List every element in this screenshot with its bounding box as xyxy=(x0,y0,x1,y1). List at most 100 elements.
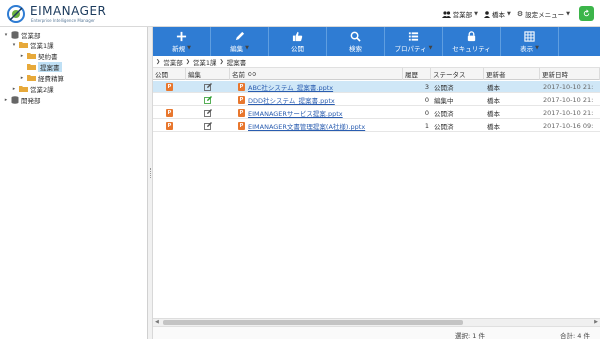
link-icon xyxy=(248,72,256,76)
tree-node-proposals[interactable]: 提案書 xyxy=(19,61,62,72)
column-header-updater[interactable]: 更新者 xyxy=(484,68,540,80)
scroll-right-icon[interactable]: ▶ xyxy=(594,319,598,325)
published-pptx-icon[interactable]: P xyxy=(166,122,173,130)
chevron-down-icon: ▼ xyxy=(474,11,478,17)
tree-node-sales-dept[interactable]: ▾ 営業部 xyxy=(3,30,41,40)
edit-icon[interactable] xyxy=(204,109,212,117)
status-text: 公開済 xyxy=(434,84,454,92)
updated-date: 2017-10-10 21: xyxy=(543,109,594,117)
expand-arrow-icon[interactable]: ▸ xyxy=(19,75,25,81)
updated-date: 2017-10-16 09: xyxy=(543,122,594,130)
new-label: 新規 xyxy=(172,44,186,53)
table-row[interactable]: P DDD社システム_提案書.pptx 0 編集中 橋本 2017-10-10 2… xyxy=(153,94,600,106)
tree-node-label: 経費精算 xyxy=(38,74,64,83)
folder-icon xyxy=(27,53,36,59)
edit-icon[interactable] xyxy=(204,122,212,130)
column-header-edit[interactable]: 編集 xyxy=(186,68,230,80)
breadcrumb-item[interactable]: 提案書 xyxy=(227,57,247,67)
edit-label: 編集 xyxy=(230,44,244,53)
eimanager-logo-icon xyxy=(7,5,25,23)
tree-node-expenses[interactable]: ▸ 経費精算 xyxy=(19,73,64,83)
expand-arrow-icon[interactable]: ▸ xyxy=(11,86,17,92)
refresh-button[interactable] xyxy=(579,6,594,21)
security-label: セキュリティ xyxy=(452,44,491,53)
breadcrumb: ❯ 営業部 ❯ 営業1課 ❯ 提案書 xyxy=(153,57,600,68)
tree-node-contracts[interactable]: ▸ 契約書 xyxy=(19,51,58,61)
history-count[interactable]: 3 xyxy=(403,81,431,93)
breadcrumb-item[interactable]: 営業1課 xyxy=(193,57,217,67)
tree-node-label: 提案書 xyxy=(38,61,62,72)
tree-node-label: 営業2課 xyxy=(30,85,54,94)
scroll-left-icon[interactable]: ◀ xyxy=(155,319,159,325)
properties-label: プロパティ xyxy=(394,44,427,53)
table-row[interactable]: P P EIMANAGER文書管理提案(A社様).pptx 1 公開済 橋本 20… xyxy=(153,120,600,132)
breadcrumb-item[interactable]: 営業部 xyxy=(163,57,183,67)
chevron-right-icon: ❯ xyxy=(156,59,161,65)
history-count[interactable]: 0 xyxy=(403,107,431,119)
edit-button[interactable]: 編集 ▼ xyxy=(211,27,269,56)
file-link[interactable]: DDD社システム_提案書.pptx xyxy=(248,95,335,105)
properties-button[interactable]: プロパティ ▼ xyxy=(385,27,443,56)
column-header-name-label: 名前 xyxy=(232,71,245,79)
brand-tagline: Enterprise Intelligence Manager xyxy=(31,18,95,23)
department-label: 営業部 xyxy=(452,11,473,19)
file-link[interactable]: EIMANAGERサービス提案.pptx xyxy=(248,108,343,118)
history-count[interactable]: 1 xyxy=(403,120,431,132)
tree-node-dev-dept[interactable]: ▸ 開発部 xyxy=(3,95,41,105)
tree-node-sales-1[interactable]: ▾ 営業1課 xyxy=(11,40,54,50)
department-menu[interactable]: 営業部 ▼ xyxy=(441,9,478,19)
column-header-name[interactable]: 名前 xyxy=(230,68,403,80)
gear-icon: ⚙ xyxy=(516,10,524,18)
updater-name: 橋本 xyxy=(487,110,500,118)
new-button[interactable]: 新規 ▼ xyxy=(153,27,211,56)
editing-icon[interactable] xyxy=(204,96,212,104)
folder-icon xyxy=(19,42,28,48)
file-link[interactable]: EIMANAGER文書管理提案(A社様).pptx xyxy=(248,121,365,131)
file-link[interactable]: ABC社システム_提案書.pptx xyxy=(248,82,333,92)
collapse-arrow-icon[interactable]: ▾ xyxy=(3,32,9,38)
status-text: 編集中 xyxy=(434,97,454,105)
column-header-publish[interactable]: 公開 xyxy=(153,68,186,80)
collapse-arrow-icon[interactable]: ▾ xyxy=(11,42,17,48)
expand-arrow-icon[interactable]: ▸ xyxy=(3,97,9,103)
chevron-right-icon: ❯ xyxy=(219,59,224,65)
updated-date: 2017-10-10 21: xyxy=(543,96,594,104)
column-header-status[interactable]: ステータス xyxy=(431,68,484,80)
edit-icon[interactable] xyxy=(204,83,212,91)
pptx-file-icon: P xyxy=(238,83,245,91)
column-header-updated[interactable]: 更新日時 xyxy=(540,68,600,80)
horizontal-scrollbar[interactable]: ◀ ▶ xyxy=(153,318,600,326)
scrollbar-thumb[interactable] xyxy=(163,320,463,325)
security-button[interactable]: セキュリティ xyxy=(443,27,501,56)
history-count[interactable]: 0 xyxy=(403,94,431,106)
user-icon xyxy=(484,10,490,18)
plus-icon xyxy=(176,31,187,41)
chevron-down-icon: ▼ xyxy=(507,11,511,17)
table-row[interactable]: P P ABC社システム_提案書.pptx 3 公開済 橋本 2017-10-10… xyxy=(153,81,600,93)
tree-node-label: 開発部 xyxy=(21,96,41,105)
published-pptx-icon[interactable]: P xyxy=(166,83,173,91)
user-name: 橋本 xyxy=(492,11,505,19)
chevron-right-icon: ❯ xyxy=(185,59,190,65)
status-text: 公開済 xyxy=(434,110,454,118)
search-button[interactable]: 検索 xyxy=(327,27,385,56)
chevron-down-icon: ▼ xyxy=(245,44,249,51)
brand-name: EIMANAGER xyxy=(30,4,107,18)
tree-node-sales-2[interactable]: ▸ 営業2課 xyxy=(11,84,54,94)
table-row[interactable]: P P EIMANAGERサービス提案.pptx 0 公開済 橋本 2017-10… xyxy=(153,107,600,119)
pencil-icon xyxy=(235,31,245,40)
splitter-grip[interactable] xyxy=(150,168,151,178)
publish-button[interactable]: 公開 xyxy=(269,27,327,56)
app-header: EIMANAGER Enterprise Intelligence Manage… xyxy=(0,0,600,27)
column-header-history[interactable]: 履歴 xyxy=(403,68,431,80)
folder-tree: ▾ 営業部 ▾ 営業1課 ▸ 契約書 提案書 ▸ 経費精算 ▸ 営業2課 ▸ 開… xyxy=(0,27,148,339)
chevron-down-icon: ▼ xyxy=(187,44,191,51)
tree-node-label: 営業1課 xyxy=(30,41,54,50)
expand-arrow-icon[interactable]: ▸ xyxy=(19,53,25,59)
pptx-file-icon: P xyxy=(238,109,245,117)
view-button[interactable]: 表示 ▼ xyxy=(501,27,559,56)
user-menu[interactable]: 橋本 ▼ xyxy=(484,9,511,19)
settings-menu[interactable]: ⚙ 設定メニュー ▼ xyxy=(517,9,570,19)
published-pptx-icon[interactable]: P xyxy=(166,109,173,117)
table-header: 公開 編集 名前 履歴 ステータス 更新者 更新日時 xyxy=(153,68,600,80)
